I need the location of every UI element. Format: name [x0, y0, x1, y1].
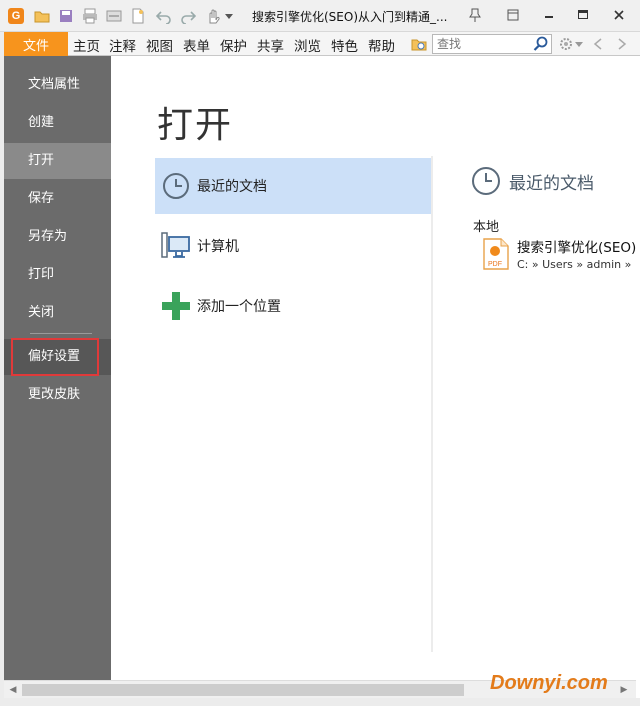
- undo-icon[interactable]: [156, 8, 172, 24]
- plus-icon: [161, 291, 191, 321]
- sidebar-item-close[interactable]: 关闭: [4, 295, 111, 331]
- location-recent-documents[interactable]: 最近的文档: [155, 158, 431, 214]
- previous-icon[interactable]: [590, 36, 606, 52]
- main-panel: 打开 最近的文档 计算机 添加一个位置 最近的文档 本地 PDF 搜索引擎优化(…: [111, 56, 640, 680]
- recent-file-name: 搜索引擎优化(SEO): [517, 240, 637, 256]
- menu-item-features[interactable]: 特色: [331, 35, 358, 55]
- page-title: 打开: [157, 105, 234, 146]
- watermark-logo: Downyi.com: [490, 672, 608, 694]
- backstage-sidebar: 文档属性 创建 打开 保存 另存为 打印 关闭 偏好设置 更改皮肤: [4, 56, 111, 680]
- location-label: 添加一个位置: [197, 299, 281, 315]
- scrollbar-thumb[interactable]: [22, 684, 464, 696]
- window-border: [0, 698, 640, 706]
- sidebar-item-change-skin[interactable]: 更改皮肤: [4, 377, 111, 413]
- file-tab[interactable]: 文件: [4, 32, 68, 56]
- location-label: 计算机: [197, 239, 239, 255]
- sidebar-item-open[interactable]: 打开: [4, 143, 111, 179]
- sidebar-item-print[interactable]: 打印: [4, 257, 111, 293]
- maximize-icon[interactable]: [570, 4, 596, 26]
- next-icon[interactable]: [614, 36, 630, 52]
- location-computer[interactable]: 计算机: [155, 218, 431, 274]
- save-icon[interactable]: [58, 8, 74, 24]
- ribbon-mode-icon[interactable]: [500, 4, 526, 26]
- recent-file-path: C: » Users » admin »: [517, 258, 632, 271]
- panel-divider: [431, 156, 433, 652]
- open-folder-icon[interactable]: [34, 8, 50, 24]
- new-document-icon[interactable]: [130, 8, 146, 24]
- recent-documents-header: 最近的文档: [471, 166, 594, 196]
- quick-access-dropdown-icon[interactable]: [224, 8, 234, 24]
- pin-icon[interactable]: [462, 4, 488, 26]
- local-section-label: 本地: [473, 220, 500, 235]
- window-title: 搜索引擎优化(SEO)从入门到精通_...: [252, 10, 448, 24]
- redo-icon[interactable]: [180, 8, 196, 24]
- location-add-place[interactable]: 添加一个位置: [155, 278, 431, 334]
- find-folder-icon[interactable]: [411, 36, 427, 52]
- computer-icon: [161, 231, 191, 261]
- scroll-left-icon[interactable]: ◀: [7, 684, 19, 696]
- settings-gear-icon[interactable]: [558, 36, 574, 52]
- search-input[interactable]: [437, 36, 533, 52]
- clock-icon: [471, 166, 501, 196]
- sidebar-item-save-as[interactable]: 另存为: [4, 219, 111, 255]
- scroll-right-icon[interactable]: ▶: [618, 684, 630, 696]
- minimize-icon[interactable]: [536, 4, 562, 26]
- svg-text:PDF: PDF: [488, 261, 502, 268]
- recent-file-item[interactable]: PDF 搜索引擎优化(SEO) C: » Users » admin »: [483, 236, 640, 276]
- app-logo-icon[interactable]: G: [8, 8, 24, 24]
- pdf-file-icon: PDF: [483, 238, 509, 270]
- clock-icon: [161, 171, 191, 201]
- menu-item-protect[interactable]: 保护: [220, 35, 247, 55]
- title-bar: G 搜索引擎优化(SEO)从入门到精通_...: [0, 0, 640, 32]
- search-box: [432, 34, 552, 54]
- menu-item-comment[interactable]: 注释: [109, 35, 136, 55]
- menu-item-form[interactable]: 表单: [183, 35, 210, 55]
- sidebar-divider: [30, 333, 92, 334]
- sidebar-item-create[interactable]: 创建: [4, 105, 111, 141]
- sidebar-item-preferences[interactable]: 偏好设置: [4, 339, 111, 375]
- location-label: 最近的文档: [197, 179, 267, 195]
- settings-dropdown-icon[interactable]: [575, 36, 583, 52]
- print-icon[interactable]: [82, 8, 98, 24]
- scan-icon[interactable]: [106, 8, 122, 24]
- close-icon[interactable]: [606, 4, 632, 26]
- sidebar-item-document-properties[interactable]: 文档属性: [4, 67, 111, 103]
- menu-item-share[interactable]: 共享: [257, 35, 284, 55]
- menu-bar: 文件 主页 注释 视图 表单 保护 共享 浏览 特色 帮助: [0, 32, 640, 56]
- menu-item-browse[interactable]: 浏览: [294, 35, 321, 55]
- search-icon[interactable]: [533, 36, 549, 52]
- menu-item-help[interactable]: 帮助: [368, 35, 395, 55]
- recent-header-label: 最近的文档: [509, 173, 594, 194]
- sidebar-item-save[interactable]: 保存: [4, 181, 111, 217]
- hand-tool-icon[interactable]: [205, 8, 221, 24]
- menu-item-view[interactable]: 视图: [146, 35, 173, 55]
- menu-item-home[interactable]: 主页: [73, 35, 100, 55]
